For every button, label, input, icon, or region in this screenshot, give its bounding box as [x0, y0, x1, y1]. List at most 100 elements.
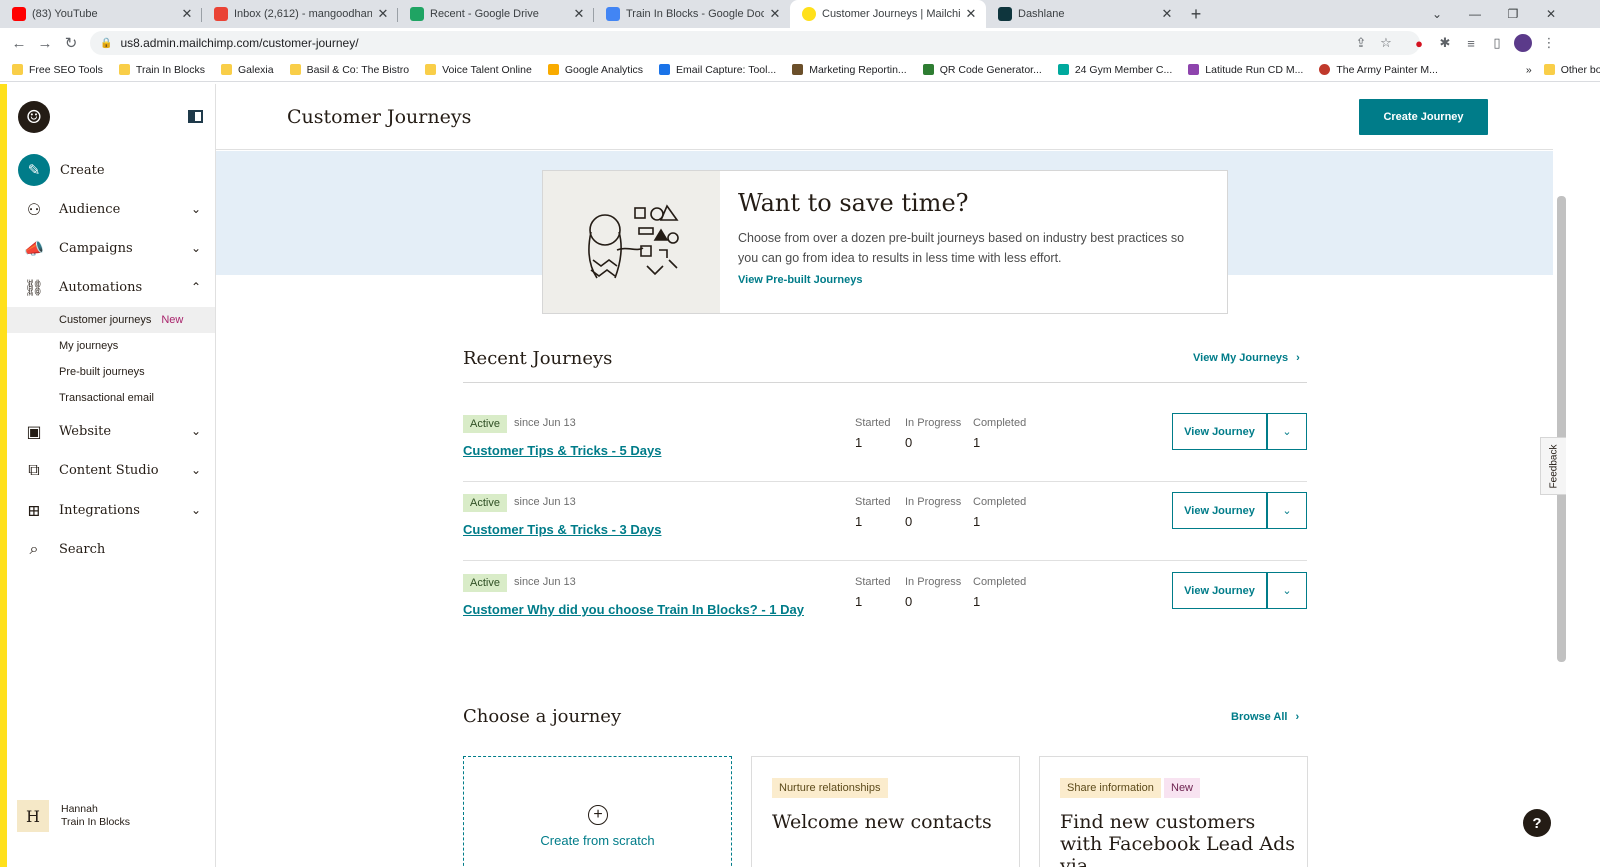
- google-drive-icon: [410, 7, 424, 21]
- new-tab-button[interactable]: +: [1182, 0, 1210, 28]
- view-journey-button[interactable]: View Journey: [1172, 572, 1267, 609]
- chevron-right-icon: ›: [1295, 711, 1300, 723]
- close-icon[interactable]: ✕: [180, 6, 194, 22]
- bookmark[interactable]: Train In Blocks: [118, 64, 205, 76]
- youtube-icon: [12, 7, 26, 21]
- profile-avatar-icon[interactable]: [1514, 34, 1532, 52]
- sidebar-item-my-journeys[interactable]: My journeys: [7, 333, 215, 359]
- journey-options-button[interactable]: ⌄: [1267, 413, 1307, 450]
- completed-label: Completed: [973, 496, 1027, 508]
- create-from-scratch-card[interactable]: + Create from scratch: [463, 756, 732, 867]
- nav-campaigns[interactable]: 📣 Campaigns ⌄: [7, 230, 215, 266]
- close-icon[interactable]: ✕: [768, 6, 782, 22]
- bookmark[interactable]: Google Analytics: [547, 64, 643, 76]
- promo-title: Want to save time?: [738, 189, 969, 217]
- sidebar-item-customer-journeys[interactable]: Customer journeys New: [7, 307, 215, 333]
- user-account[interactable]: H Hannah Train In Blocks: [17, 800, 130, 832]
- view-pre-built-journeys-link[interactable]: View Pre-built Journeys: [738, 274, 863, 286]
- restore-icon[interactable]: ❐: [1494, 0, 1532, 28]
- side-panel-icon[interactable]: ▯: [1488, 34, 1506, 52]
- nav-integrations[interactable]: ⊞ Integrations ⌄: [7, 492, 215, 528]
- close-icon[interactable]: ✕: [572, 6, 586, 22]
- browser-tab[interactable]: Recent - Google Drive ✕: [398, 0, 594, 28]
- chevron-up-icon: ⌃: [190, 280, 201, 294]
- view-journey-button[interactable]: View Journey: [1172, 492, 1267, 529]
- nav-website[interactable]: ▣ Website ⌄: [7, 413, 215, 449]
- back-icon[interactable]: ←: [6, 35, 32, 52]
- bookmark[interactable]: Galexia: [220, 64, 274, 76]
- bookmark-star-icon[interactable]: ☆: [1377, 34, 1395, 52]
- help-button[interactable]: ?: [1523, 809, 1551, 837]
- status-badge: Active: [463, 574, 507, 592]
- share-icon[interactable]: ⇪: [1352, 34, 1370, 52]
- journey-name-link[interactable]: Customer Tips & Tricks - 5 Days: [463, 443, 661, 458]
- bookmark[interactable]: Basil & Co: The Bistro: [289, 64, 409, 76]
- close-icon[interactable]: ✕: [376, 6, 390, 22]
- scrollbar-thumb[interactable]: [1557, 196, 1566, 662]
- minimize-icon[interactable]: —: [1456, 0, 1494, 28]
- nav-automations[interactable]: ⛓ Automations ⌃: [7, 269, 215, 305]
- bookmark[interactable]: Free SEO Tools: [12, 64, 103, 76]
- bookmark[interactable]: Voice Talent Online: [425, 64, 532, 76]
- gmail-icon: [214, 7, 228, 21]
- collapse-sidebar-icon[interactable]: [188, 110, 203, 123]
- nav-create[interactable]: ✎ Create: [7, 152, 215, 188]
- close-icon[interactable]: ✕: [1160, 6, 1174, 22]
- google-docs-icon: [606, 7, 620, 21]
- bookmark[interactable]: The Army Painter M...: [1319, 64, 1438, 76]
- sub-label: Transactional email: [59, 392, 154, 404]
- view-journey-button[interactable]: View Journey: [1172, 413, 1267, 450]
- journey-options-button[interactable]: ⌄: [1267, 492, 1307, 529]
- journey-template-card[interactable]: Share information New Find new customers…: [1039, 756, 1308, 867]
- other-bookmarks[interactable]: Other bookmarks: [1543, 64, 1600, 76]
- create-journey-button[interactable]: Create Journey: [1359, 99, 1488, 135]
- browser-tab[interactable]: Inbox (2,612) - mangoodhan@gr ✕: [202, 0, 398, 28]
- illustration-icon: [543, 171, 720, 313]
- sidebar-item-transactional-email[interactable]: Transactional email: [7, 385, 215, 411]
- bookmark[interactable]: Latitude Run CD M...: [1188, 64, 1303, 76]
- browser-tab[interactable]: Train In Blocks - Google Docs ✕: [594, 0, 790, 28]
- media-icon[interactable]: ≡: [1462, 34, 1480, 52]
- tab-search-icon[interactable]: ⌄: [1418, 0, 1456, 28]
- bookmark[interactable]: Email Capture: Tool...: [659, 64, 776, 76]
- journey-name-link[interactable]: Customer Why did you choose Train In Blo…: [463, 602, 804, 617]
- browse-all-link[interactable]: Browse All ›: [1231, 711, 1299, 723]
- plus-circle-icon: +: [588, 805, 608, 825]
- view-my-journeys-link[interactable]: View My Journeys ›: [1193, 352, 1300, 364]
- nav-audience[interactable]: ⚇ Audience ⌄: [7, 191, 215, 227]
- promo-description: Choose from over a dozen pre-built journ…: [738, 231, 1185, 265]
- bookmark[interactable]: 24 Gym Member C...: [1057, 64, 1172, 76]
- journey-name-link[interactable]: Customer Tips & Tricks - 3 Days: [463, 522, 661, 537]
- browser-tab-active[interactable]: Customer Journeys | Mailchimp ✕: [790, 0, 986, 28]
- website-icon: ▣: [26, 421, 42, 441]
- feedback-tab[interactable]: Feedback: [1540, 437, 1566, 495]
- mailchimp-icon: [802, 7, 816, 21]
- menu-icon[interactable]: ⋮: [1540, 34, 1558, 52]
- mailchimp-logo-icon[interactable]: ☺: [18, 101, 50, 133]
- link-label: Browse All: [1231, 711, 1288, 723]
- browser-tab[interactable]: Dashlane ✕: [986, 0, 1182, 28]
- journey-template-card[interactable]: Nurture relationships Welcome new contac…: [751, 756, 1020, 867]
- bookmark[interactable]: QR Code Generator...: [922, 64, 1042, 76]
- forward-icon[interactable]: →: [32, 35, 58, 52]
- card-title: Find new customers with Facebook Lead Ad…: [1060, 811, 1295, 867]
- close-icon[interactable]: ✕: [964, 6, 978, 22]
- nav-label: Automations: [59, 279, 143, 295]
- journey-row: Active since Jun 13 Customer Tips & Tric…: [463, 403, 1307, 482]
- tab-title: Customer Journeys | Mailchimp: [822, 8, 960, 20]
- window-close-icon[interactable]: ✕: [1532, 0, 1570, 28]
- extensions-icon[interactable]: ✱: [1436, 34, 1454, 52]
- nav-content-studio[interactable]: ⧉ Content Studio ⌄: [7, 452, 215, 488]
- opera-icon[interactable]: ●: [1410, 34, 1428, 52]
- bookmarks-overflow-button[interactable]: »: [1526, 64, 1532, 76]
- lock-icon: 🔒: [100, 37, 113, 49]
- bookmark[interactable]: Marketing Reportin...: [792, 64, 907, 76]
- reload-icon[interactable]: ↻: [58, 34, 84, 52]
- feedback-label: Feedback: [1548, 444, 1560, 488]
- journey-options-button[interactable]: ⌄: [1267, 572, 1307, 609]
- nav-search[interactable]: ⌕ Search: [7, 531, 215, 567]
- url-field[interactable]: 🔒 us8.admin.mailchimp.com/customer-journ…: [90, 31, 1420, 55]
- sidebar-item-pre-built-journeys[interactable]: Pre-built journeys: [7, 359, 215, 385]
- browser-tab[interactable]: (83) YouTube ✕: [0, 0, 202, 28]
- nav-label: Website: [59, 423, 112, 439]
